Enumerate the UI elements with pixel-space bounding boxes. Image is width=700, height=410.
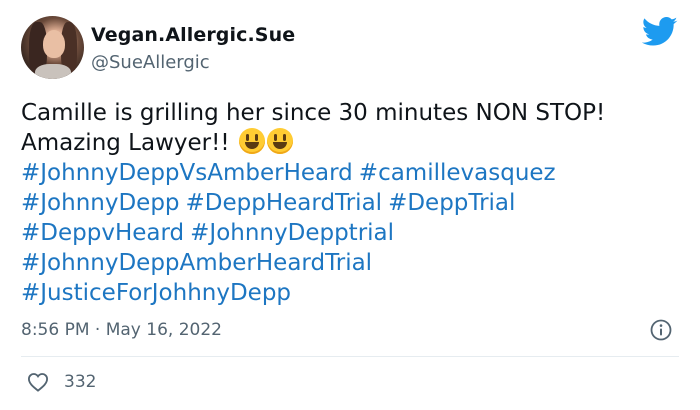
display-name[interactable]: Vegan.Allergic.Sue (91, 24, 295, 46)
hashtag-row: #JohnnyDeppAmberHeardTrial (21, 248, 562, 278)
tweet-text: Camille is grilling her since 30 minutes… (21, 98, 689, 158)
tweet-text-line-2: Amazing Lawyer!! (21, 128, 689, 158)
hashtag-link[interactable]: #JohnnyDepp (21, 190, 180, 216)
hashtag-link[interactable]: #JohnnyDeppAmberHeardTrial (21, 250, 372, 276)
tweet-text-line: Camille is grilling her since 30 minutes… (21, 100, 606, 126)
tweet-card: Vegan.Allergic.Sue @SueAllergic Camille … (0, 0, 700, 410)
hashtag-link[interactable]: #DeppHeardTrial (186, 190, 383, 216)
hashtag-link[interactable]: #DeppTrial (388, 190, 515, 216)
user-handle[interactable]: @SueAllergic (91, 52, 210, 73)
hashtag-row: #JohnnyDepp #DeppHeardTrial #DeppTrial (21, 188, 562, 218)
grinning-face-emoji-icon (238, 128, 265, 154)
grinning-face-emoji-icon (266, 128, 293, 154)
info-icon[interactable] (650, 319, 672, 341)
hashtag-block: #JohnnyDeppVsAmberHeard #camillevasquez #… (21, 158, 562, 308)
avatar-shirt (35, 64, 71, 79)
hashtag-row: #JusticeForJohhnyDepp (21, 278, 562, 308)
divider (21, 356, 679, 357)
hashtag-link[interactable]: #camillevasquez (359, 160, 556, 186)
hashtag-link[interactable]: #JusticeForJohhnyDepp (21, 280, 291, 306)
tweet-timestamp[interactable]: 8:56 PM · May 16, 2022 (21, 320, 222, 340)
avatar[interactable] (21, 16, 84, 79)
hashtag-link[interactable]: #DeppvHeard (21, 220, 184, 246)
hashtag-row: #DeppvHeard #JohnnyDepptrial (21, 218, 562, 248)
hashtag-row: #JohnnyDeppVsAmberHeard #camillevasquez (21, 158, 562, 188)
heart-icon[interactable] (27, 372, 49, 392)
hashtag-link[interactable]: #JohnnyDeppVsAmberHeard (21, 160, 353, 186)
like-count: 332 (64, 372, 97, 392)
tweet-text-line: Amazing Lawyer!! (21, 130, 230, 156)
hashtag-link[interactable]: #JohnnyDepptrial (190, 220, 394, 246)
avatar-face (43, 30, 65, 58)
twitter-bird-icon[interactable] (642, 17, 678, 47)
